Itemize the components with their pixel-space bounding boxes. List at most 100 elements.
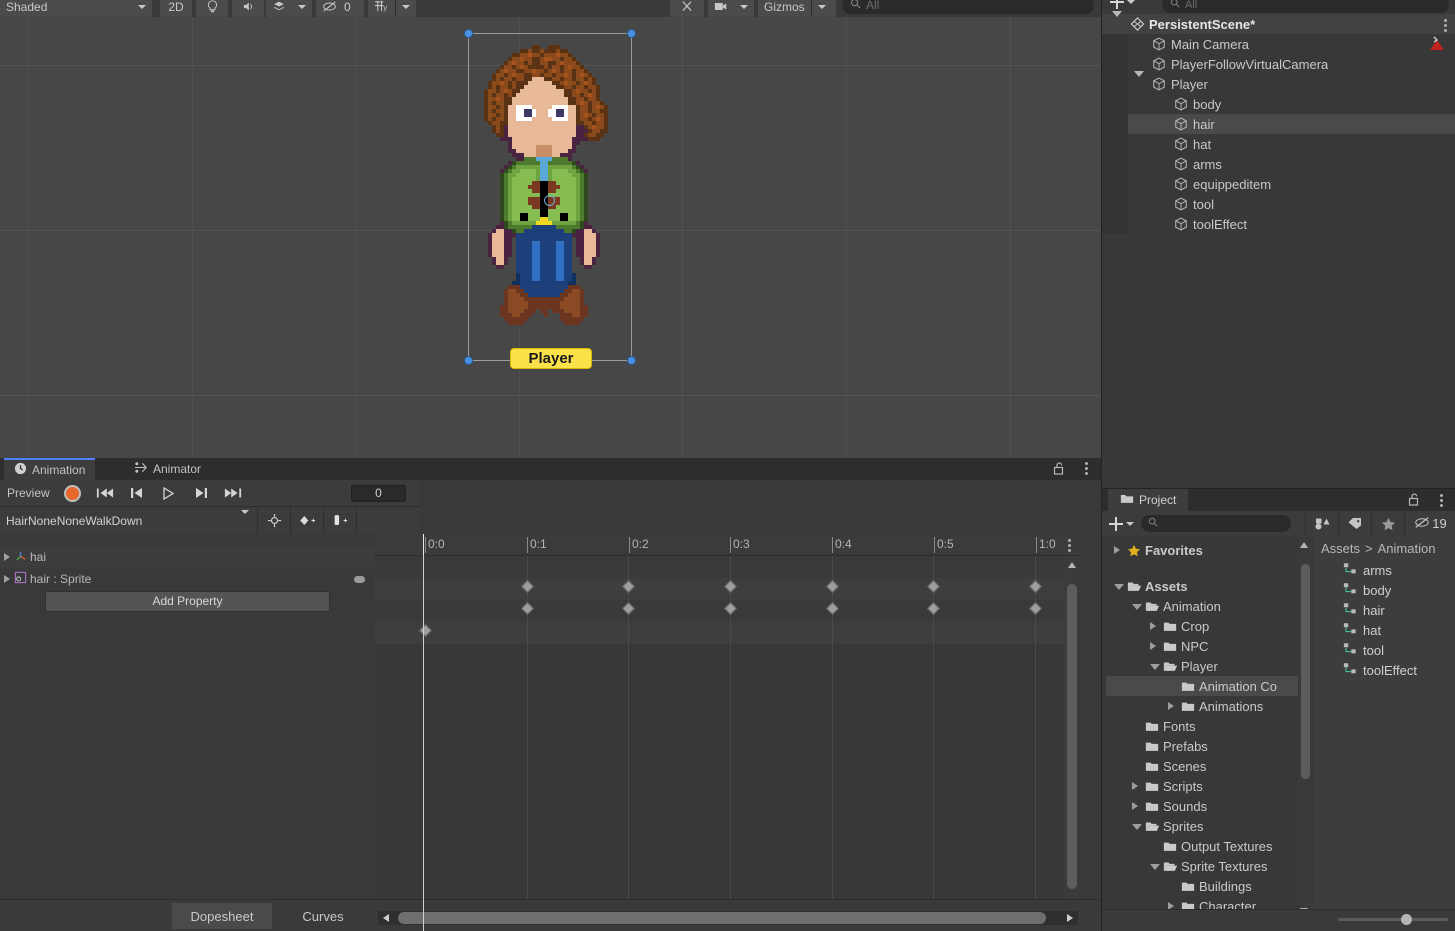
expand-triangle-icon[interactable] — [1150, 622, 1156, 630]
project-search-field[interactable] — [1141, 515, 1291, 532]
project-tree-item-animations[interactable]: Animations — [1106, 696, 1304, 716]
expand-triangle-icon[interactable] — [1132, 782, 1138, 790]
hierarchy-item-equippeditem[interactable]: equippeditem — [1102, 174, 1455, 194]
project-tree-item-scripts[interactable]: Scripts — [1106, 776, 1304, 796]
expand-triangle-icon[interactable] — [1150, 864, 1160, 874]
expand-triangle-icon[interactable] — [1132, 802, 1138, 810]
hidden-objects-toggle[interactable]: 0 — [316, 0, 364, 17]
project-tree-item-output-textures[interactable]: Output Textures — [1106, 836, 1304, 856]
first-frame-button[interactable] — [89, 480, 121, 506]
lock-open-icon[interactable] — [1408, 493, 1420, 509]
expand-triangle-icon[interactable] — [1168, 702, 1174, 710]
scrollbar-thumb[interactable] — [1301, 564, 1310, 779]
project-tree-item-animation[interactable]: Animation — [1106, 596, 1304, 616]
toggle-2d-button[interactable]: 2D — [160, 0, 192, 17]
asset-item-tool[interactable]: tool — [1313, 640, 1455, 660]
hierarchy-item-persistentscene[interactable]: PersistentScene* — [1102, 10, 1455, 34]
hierarchy-search-field[interactable]: All — [1162, 0, 1449, 13]
project-tree-item-animation-co[interactable]: Animation Co — [1106, 676, 1304, 696]
tab-project[interactable]: Project — [1108, 489, 1189, 511]
project-tree-item-sprites[interactable]: Sprites — [1106, 816, 1304, 836]
expand-triangle-icon[interactable] — [1112, 10, 1125, 32]
playhead-marker[interactable] — [423, 534, 424, 556]
scroll-left-arrow-icon[interactable] — [383, 914, 389, 922]
timeline-ruler[interactable]: 0:0 0:1 0:2 0:3 0:4 0:5 1:0 — [375, 534, 1079, 556]
hidden-packages-button[interactable]: 19 — [1404, 511, 1455, 536]
filter-by-label-button[interactable] — [1338, 511, 1371, 536]
hierarchy-item-body[interactable]: body — [1102, 94, 1455, 114]
breadcrumb[interactable]: Assets > Animation — [1313, 536, 1455, 560]
project-asset-grid[interactable]: Assets > Animation arms body hair hat tool to… — [1313, 536, 1455, 920]
add-keyframe-button[interactable] — [291, 507, 324, 534]
project-tree-item-sprite-textures[interactable]: Sprite Textures — [1106, 856, 1304, 876]
asset-item-hair[interactable]: hair — [1313, 600, 1455, 620]
icon-size-slider[interactable] — [1338, 914, 1448, 925]
asset-item-body[interactable]: body — [1313, 580, 1455, 600]
scissors-icon[interactable] — [670, 0, 704, 17]
expand-triangle-icon[interactable] — [4, 553, 10, 561]
scrollbar-thumb[interactable] — [398, 912, 1046, 924]
add-keyframe-all-button[interactable] — [258, 507, 291, 534]
hierarchy-item-arms[interactable]: arms — [1102, 154, 1455, 174]
hierarchy-item-playerfollowvirtualcamera[interactable]: PlayerFollowVirtualCamera — [1102, 54, 1455, 74]
lock-open-icon[interactable] — [1053, 462, 1065, 478]
scroll-up-arrow-icon[interactable] — [1068, 562, 1076, 568]
filter-favorites-button[interactable] — [1371, 511, 1404, 536]
hierarchy-item-tooleffect[interactable]: toolEffect — [1102, 214, 1455, 234]
expand-triangle-icon[interactable] — [1114, 584, 1124, 594]
hierarchy-item-tool[interactable]: tool — [1102, 194, 1455, 214]
timeline-row[interactable] — [375, 556, 1079, 578]
timeline-row[interactable] — [375, 622, 1079, 644]
project-tree-item-sounds[interactable]: Sounds — [1106, 796, 1304, 816]
clip-dropdown[interactable]: HairNoneNoneWalkDown — [0, 507, 258, 534]
shading-mode-dropdown[interactable]: Shaded — [0, 0, 152, 17]
scene-search-field[interactable]: All — [842, 0, 1094, 14]
scrollbar-thumb[interactable] — [1067, 584, 1077, 889]
dopesheet-timeline[interactable]: 0:0 0:1 0:2 0:3 0:4 0:5 1:0 — [375, 534, 1079, 931]
project-tree-item-player[interactable]: Player — [1106, 656, 1304, 676]
slider-knob[interactable] — [1401, 914, 1412, 925]
expand-triangle-icon[interactable] — [1132, 604, 1142, 614]
expand-triangle-icon[interactable] — [4, 575, 10, 583]
add-property-button[interactable]: Add Property — [45, 591, 330, 612]
hierarchy-item-main-camera[interactable]: Main Camera — [1102, 34, 1455, 54]
asset-item-hat[interactable]: hat — [1313, 620, 1455, 640]
next-frame-button[interactable] — [185, 480, 217, 506]
expand-triangle-icon[interactable] — [1150, 664, 1160, 674]
tab-animation[interactable]: Animation — [4, 458, 96, 480]
grid-dropdown[interactable]: y — [368, 0, 416, 17]
breadcrumb-item-animation[interactable]: Animation — [1378, 541, 1436, 556]
tab-animator[interactable]: Animator — [124, 458, 211, 480]
project-tree-item-buildings[interactable]: Buildings — [1106, 876, 1304, 896]
scroll-right-arrow-icon[interactable] — [1067, 914, 1073, 922]
project-create-button[interactable] — [1102, 516, 1141, 531]
project-tree-item-prefabs[interactable]: Prefabs — [1106, 736, 1304, 756]
project-tree-item-favorites[interactable]: Favorites — [1106, 540, 1304, 560]
asset-list[interactable]: arms body hair hat tool toolEffect — [1313, 560, 1455, 680]
breadcrumb-item-assets[interactable]: Assets — [1321, 541, 1360, 556]
project-folder-tree[interactable]: Favorites Assets Animation Crop NPC Player Ani… — [1106, 536, 1304, 920]
project-tree-item-npc[interactable]: NPC — [1106, 636, 1304, 656]
kebab-menu-icon[interactable] — [1068, 539, 1071, 552]
tab-curves[interactable]: Curves — [276, 903, 370, 929]
kebab-menu-icon[interactable] — [1440, 494, 1443, 507]
add-event-button[interactable] — [324, 507, 357, 534]
asset-item-tooleffect[interactable]: toolEffect — [1313, 660, 1455, 680]
curve-toggle-icon[interactable] — [354, 575, 365, 583]
lightbulb-icon[interactable] — [196, 0, 228, 17]
property-row-transform[interactable]: hai — [0, 546, 375, 568]
project-tree-scrollbar[interactable] — [1298, 536, 1312, 920]
hierarchy-item-hat[interactable]: hat — [1102, 134, 1455, 154]
prev-frame-button[interactable] — [121, 480, 153, 506]
project-tree-item-scenes[interactable]: Scenes — [1106, 756, 1304, 776]
hierarchy-create-button[interactable] — [1110, 0, 1135, 9]
hierarchy-tree[interactable]: PersistentScene* Main Camera PlayerFollowV… — [1102, 10, 1455, 488]
filter-by-type-button[interactable] — [1305, 511, 1338, 536]
asset-item-arms[interactable]: arms — [1313, 560, 1455, 580]
project-tree-item-fonts[interactable]: Fonts — [1106, 716, 1304, 736]
kebab-menu-icon[interactable] — [1085, 462, 1088, 475]
timeline-vertical-scrollbar[interactable] — [1064, 556, 1079, 931]
current-frame-input[interactable]: 0 — [351, 484, 406, 502]
expand-triangle-icon[interactable] — [1114, 546, 1120, 554]
hierarchy-item-hair[interactable]: hair — [1102, 114, 1455, 134]
